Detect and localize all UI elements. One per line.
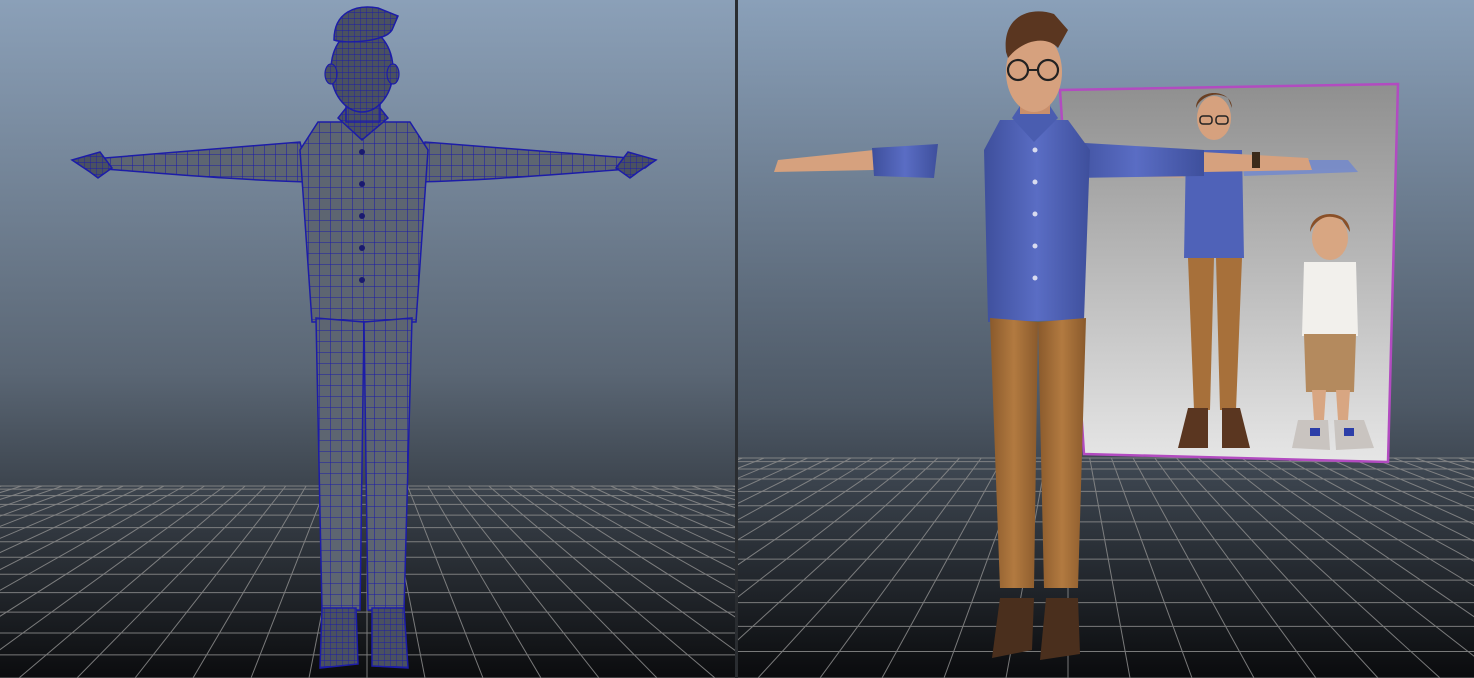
viewport-wireframe[interactable]	[0, 0, 735, 678]
maya-workspace	[0, 0, 1474, 678]
shaded-scene	[738, 0, 1474, 678]
wireframe-scene	[0, 0, 735, 678]
image-plane[interactable]	[1058, 82, 1400, 464]
viewport-shaded[interactable]	[738, 0, 1474, 678]
